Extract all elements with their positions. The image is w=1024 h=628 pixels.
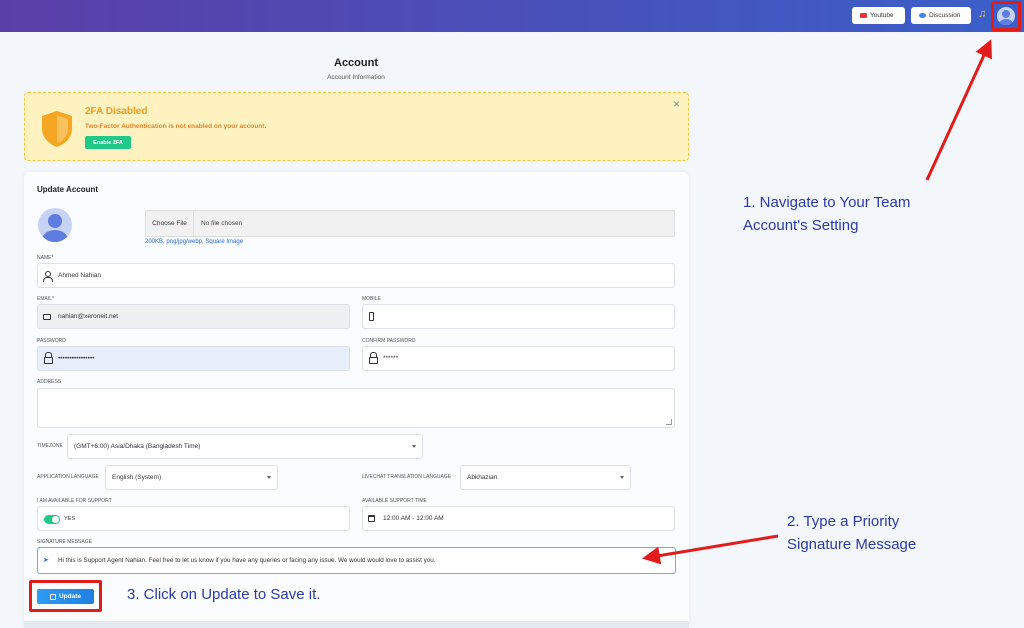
annotation-step2-line1: 2. Type a Priority xyxy=(787,513,900,530)
update-highlight: Update xyxy=(29,580,102,612)
annotation-step1-line1: 1. Navigate to Your Team xyxy=(743,194,911,211)
resize-handle[interactable] xyxy=(666,419,672,425)
timezone-label: TIMEZONE xyxy=(37,443,63,449)
annotation-step2-line2: Signature Message xyxy=(787,536,917,553)
page-title: Account xyxy=(334,57,378,69)
app-language-value: English (System) xyxy=(112,474,162,481)
alert-text: Two-Factor Authentication is not enabled… xyxy=(85,123,267,130)
mobile-field[interactable] xyxy=(362,304,675,329)
choose-file-button[interactable]: Choose File xyxy=(146,211,194,236)
timezone-value: (GMT+6:00) Asia/Dhaka (Bangladesh Time) xyxy=(74,443,201,450)
arrow-to-avatar xyxy=(925,39,992,181)
send-icon: ➤ xyxy=(43,557,49,564)
phone-icon xyxy=(369,312,374,321)
confirm-password-field[interactable]: ****** xyxy=(362,346,675,371)
password-value: •••••••••••••••• xyxy=(58,355,95,362)
chevron-down-icon xyxy=(412,445,416,448)
mobile-label: MOBILE xyxy=(362,296,381,302)
alert-title: 2FA Disabled xyxy=(85,106,148,117)
annotation-step1-line2: Account's Setting xyxy=(743,217,859,234)
address-label: ADDRESS xyxy=(37,379,62,385)
address-textarea[interactable] xyxy=(37,388,675,428)
livechat-language-select[interactable]: Abkhazian xyxy=(460,465,631,490)
enable-2fa-button[interactable]: Enable 2FA xyxy=(85,136,131,149)
timezone-select[interactable]: (GMT+6:00) Asia/Dhaka (Bangladesh Time) xyxy=(67,434,423,459)
user-icon xyxy=(43,271,53,282)
signature-value: Hi this is Support Agent Nahian. Feel fr… xyxy=(58,557,436,564)
avatar-highlight xyxy=(991,1,1021,31)
available-value: YES xyxy=(64,516,76,522)
confirm-password-value: ****** xyxy=(383,355,399,362)
user-avatar-icon[interactable] xyxy=(997,7,1015,25)
signature-input[interactable]: ➤ Hi this is Support Agent Nahian. Feel … xyxy=(37,547,676,574)
chevron-down-icon xyxy=(620,476,624,479)
top-navbar: Youtube Discussion ♫ xyxy=(0,0,1024,32)
profile-avatar xyxy=(38,208,72,242)
card-footer xyxy=(24,621,689,628)
close-icon[interactable]: × xyxy=(673,97,680,111)
support-time-field[interactable]: 12:00 AM - 12:00 AM xyxy=(362,506,675,531)
youtube-button[interactable]: Youtube xyxy=(852,7,905,24)
edit-icon xyxy=(49,593,56,600)
email-field[interactable]: nahian@xeroneit.net xyxy=(37,304,350,329)
app-language-select[interactable]: English (System) xyxy=(105,465,278,490)
password-label: PASSWORD xyxy=(37,338,66,344)
name-label: NAME* xyxy=(37,255,54,261)
confirm-password-label: CONFIRM PASSWORD xyxy=(362,338,416,344)
available-field: YES xyxy=(37,506,350,531)
lock-icon xyxy=(369,352,378,364)
mail-icon xyxy=(43,314,51,320)
app-language-label: APPLICATION LANGUAGE xyxy=(37,474,99,480)
notification-bell-icon[interactable]: ♫ xyxy=(978,8,990,22)
card-title: Update Account xyxy=(37,185,99,194)
file-input[interactable]: Choose File No file chosen xyxy=(145,210,675,237)
discussion-button[interactable]: Discussion xyxy=(911,7,971,24)
calendar-icon xyxy=(368,515,375,522)
annotation-step3: 3. Click on Update to Save it. xyxy=(127,586,321,603)
file-hint: 200KB, png/jpg/webp, Square Image xyxy=(145,239,244,245)
update-button[interactable]: Update xyxy=(37,589,94,604)
livechat-language-label: LIVECHAT TRANSLATION LANGUAGE xyxy=(362,474,452,480)
lock-icon xyxy=(44,352,53,364)
available-label: I AM AVAILABLE FOR SUPPORT xyxy=(37,498,112,504)
available-toggle[interactable] xyxy=(44,515,60,524)
name-field[interactable]: Ahmed Nahian xyxy=(37,263,675,288)
password-field[interactable]: •••••••••••••••• xyxy=(37,346,350,371)
email-label: EMAIL* xyxy=(37,296,54,302)
signature-label: SIGNATURE MESSAGE xyxy=(37,539,92,545)
livechat-language-value: Abkhazian xyxy=(467,474,498,481)
discussion-label: Discussion xyxy=(929,12,961,19)
update-account-card: Update Account Choose File No file chose… xyxy=(24,172,689,628)
chevron-down-icon xyxy=(267,476,271,479)
support-time-value: 12:00 AM - 12:00 AM xyxy=(383,515,444,522)
shield-icon xyxy=(42,111,72,147)
annotation-step2: 2. Type a Priority Signature Message xyxy=(787,510,916,556)
file-status: No file chosen xyxy=(201,220,243,227)
discussion-icon xyxy=(919,13,926,18)
youtube-icon xyxy=(860,13,867,18)
update-label: Update xyxy=(58,593,82,600)
annotation-step1: 1. Navigate to Your Team Account's Setti… xyxy=(743,191,910,237)
twofa-alert: 2FA Disabled Two-Factor Authentication i… xyxy=(24,92,689,161)
name-value: Ahmed Nahian xyxy=(58,272,101,279)
page-subtitle: Account Information xyxy=(327,74,385,81)
youtube-label: Youtube xyxy=(870,12,894,19)
support-time-label: AVAILABLE SUPPORT TIME xyxy=(362,498,427,504)
email-value: nahian@xeroneit.net xyxy=(58,313,119,320)
